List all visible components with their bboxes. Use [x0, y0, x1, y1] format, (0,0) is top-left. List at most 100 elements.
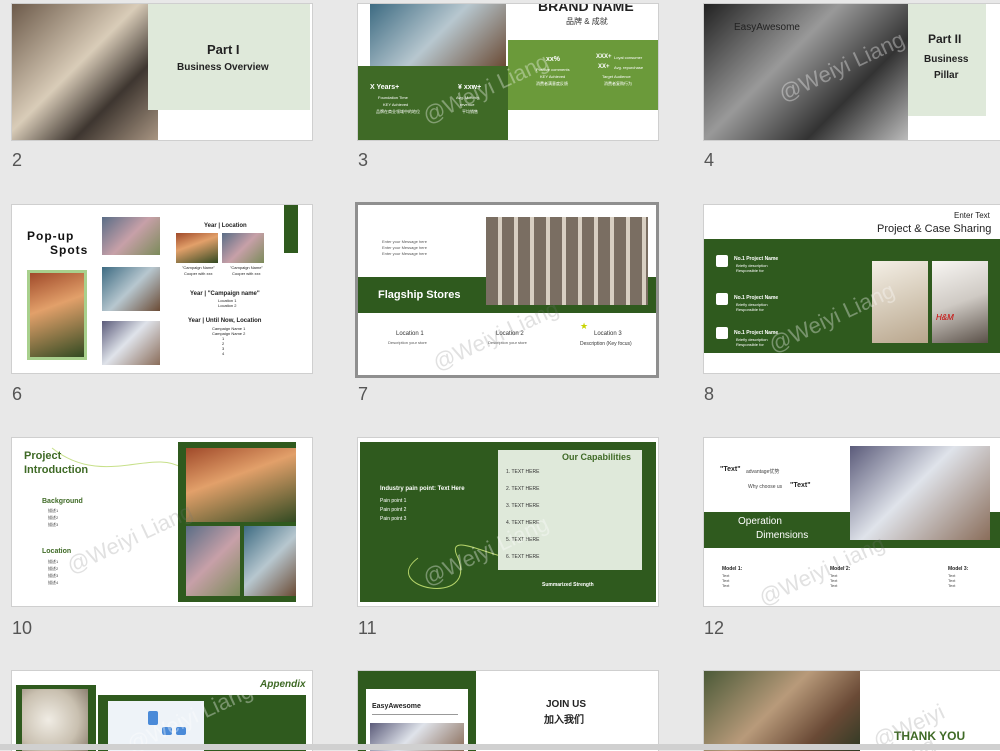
- brand-logo-text: H&M: [936, 313, 954, 322]
- slide-thumb-12[interactable]: "Text" advantage优势 Why choose us "Text" …: [703, 437, 1000, 607]
- slide-thumb-15[interactable]: EasyAwesome JOIN US 加入我们: [357, 670, 659, 751]
- title-panel: [148, 4, 310, 110]
- stat-label: 品牌在商业领域中的地位: [376, 109, 420, 114]
- quote-text: "Text": [790, 482, 811, 489]
- brand-name-cn: 品牌 & 成就: [566, 17, 608, 26]
- stat-label: Loyal consumer: [614, 55, 643, 60]
- diagram-block: [148, 711, 158, 725]
- quote-label: Why choose us: [748, 484, 783, 490]
- stat-label: Foundation Time: [378, 95, 408, 100]
- slide-subtitle: Business: [924, 54, 969, 65]
- campaign-item: 4: [222, 351, 225, 356]
- stat-label: 消费者满意度反馈: [536, 81, 568, 86]
- popup-photo: [102, 321, 160, 365]
- slide-number: 8: [704, 384, 715, 404]
- checkbox-icon: [716, 293, 728, 305]
- slide-thumb-6[interactable]: Pop-up Spots Year | Location "Campaign N…: [11, 204, 313, 374]
- slide-title: Spots: [50, 243, 89, 257]
- join-title-cn: 加入我们: [544, 715, 584, 726]
- stat-label: Avg. repurchase: [614, 65, 644, 70]
- pain-point-heading: Industry pain point: Text Here: [380, 486, 465, 492]
- divider: [372, 714, 458, 715]
- campaign-note: Cooper with xxx: [232, 271, 261, 276]
- stat-label: 消费者复购行为: [604, 81, 632, 86]
- pain-point-item: Pain point 3: [380, 516, 407, 522]
- popup-photo: [102, 217, 160, 255]
- campaign-name: "Campaign Name": [182, 265, 215, 270]
- brand-name: EasyAwesome: [734, 22, 800, 33]
- slide-number: 7: [358, 384, 369, 404]
- slide-title: Project: [24, 450, 62, 462]
- store-interior-photo: [370, 4, 506, 66]
- stats-panel-right: [508, 40, 658, 110]
- bullet-item: 描述1: [48, 508, 59, 513]
- location-desc: Description your store: [488, 340, 527, 345]
- stat-label: 平均销售: [462, 109, 478, 114]
- model-text: Text: [830, 583, 838, 588]
- slide-thumb-14[interactable]: Appendix @Weiyi Liang: [11, 670, 313, 751]
- stat-value: XXX+: [596, 54, 612, 60]
- slide-thumb-16[interactable]: THANK YOU @Weiyi Liang: [703, 670, 1000, 751]
- bullet-item: 描述2: [48, 515, 59, 520]
- quote-text: "Text": [720, 466, 741, 473]
- diagram-block: [162, 727, 172, 735]
- slide-part-label: Part I: [207, 42, 240, 57]
- stat-label: KEY Achieved: [383, 102, 409, 107]
- storefront-photo: [850, 446, 990, 540]
- appendix-photo: [22, 689, 88, 751]
- project-desc: Responsible for: [736, 307, 764, 312]
- section-heading: Background: [42, 498, 83, 505]
- model-photo: [872, 261, 928, 343]
- model-text: Text: [722, 583, 730, 588]
- stats-panel-left: [358, 66, 508, 140]
- slide-thumb-2[interactable]: Part I Business Overview: [11, 3, 313, 141]
- popup-photo: [102, 267, 160, 311]
- section-heading: Location: [42, 548, 72, 555]
- capabilities-panel: [498, 450, 642, 570]
- model-label: Model 1:: [722, 566, 743, 572]
- capability-item: 3. TEXT HERE: [506, 503, 540, 509]
- stat-value: ¥ xxw+: [458, 84, 482, 91]
- capability-item: 1. TEXT HERE: [506, 469, 540, 475]
- slide-thumb-4[interactable]: EasyAwesome Part II Business Pillar @Wei…: [703, 3, 1000, 141]
- pain-point-item: Pain point 1: [380, 498, 407, 504]
- capabilities-title: Our Capabilities: [562, 452, 632, 462]
- slide-title: Project & Case Sharing: [877, 223, 992, 235]
- slide-thumb-10[interactable]: Project Introduction Background 描述1 描述2 …: [11, 437, 313, 607]
- stat-label: Positive comments: [536, 67, 570, 72]
- slide-thumb-11[interactable]: Industry pain point: Text Here Pain poin…: [357, 437, 659, 607]
- quote-label: advantage优势: [746, 469, 780, 475]
- message-text: Enter your Message here: [382, 239, 427, 244]
- location-label: Location 1: [396, 331, 424, 337]
- bullet-item: 描述3: [48, 522, 59, 527]
- year-until-now: Year | Until Now, Location: [188, 318, 262, 324]
- slide-number: 10: [12, 618, 33, 638]
- stat-label: KEY Achieved: [540, 74, 566, 79]
- appendix-title: Appendix: [260, 679, 306, 690]
- thank-you-text: THANK YOU: [894, 729, 966, 743]
- watermark: @Weiyi Liang: [62, 498, 197, 579]
- model-label: Model 3:: [948, 566, 969, 572]
- slide-title: Flagship Stores: [378, 289, 461, 301]
- model-photo: [932, 261, 988, 343]
- checkbox-icon: [716, 327, 728, 339]
- slide-subtitle: Business Overview: [177, 62, 269, 73]
- slide-thumb-3[interactable]: BRAND NAME 品牌 & 成就 X Years+ Foundation T…: [357, 3, 659, 141]
- model-label: Model 2:: [830, 566, 851, 572]
- stat-label: Target Audience: [602, 74, 631, 79]
- slide-number: 12: [704, 618, 725, 638]
- slide-title: Dimensions: [756, 530, 809, 541]
- stat-label: Avg. Monthly: [456, 95, 480, 100]
- popup-photo: [27, 270, 87, 360]
- pain-point-item: Pain point 2: [380, 507, 407, 513]
- enter-text: Enter Text: [954, 211, 990, 220]
- slide-thumb-8[interactable]: Enter Text Project & Case Sharing No.1 P…: [703, 204, 1000, 374]
- brand-name: BRAND NAME: [538, 3, 634, 14]
- slide-number: 4: [704, 150, 715, 170]
- horizontal-scrollbar[interactable]: [0, 744, 1000, 750]
- location-label: Location 3: [594, 331, 622, 337]
- slide-part-label: Part II: [928, 32, 962, 46]
- slide-thumb-7-selected[interactable]: Enter your Message here Enter your Messa…: [355, 202, 659, 378]
- campaign-name: "Campaign Name": [230, 265, 263, 270]
- project-name: No.1 Project Name: [734, 295, 779, 301]
